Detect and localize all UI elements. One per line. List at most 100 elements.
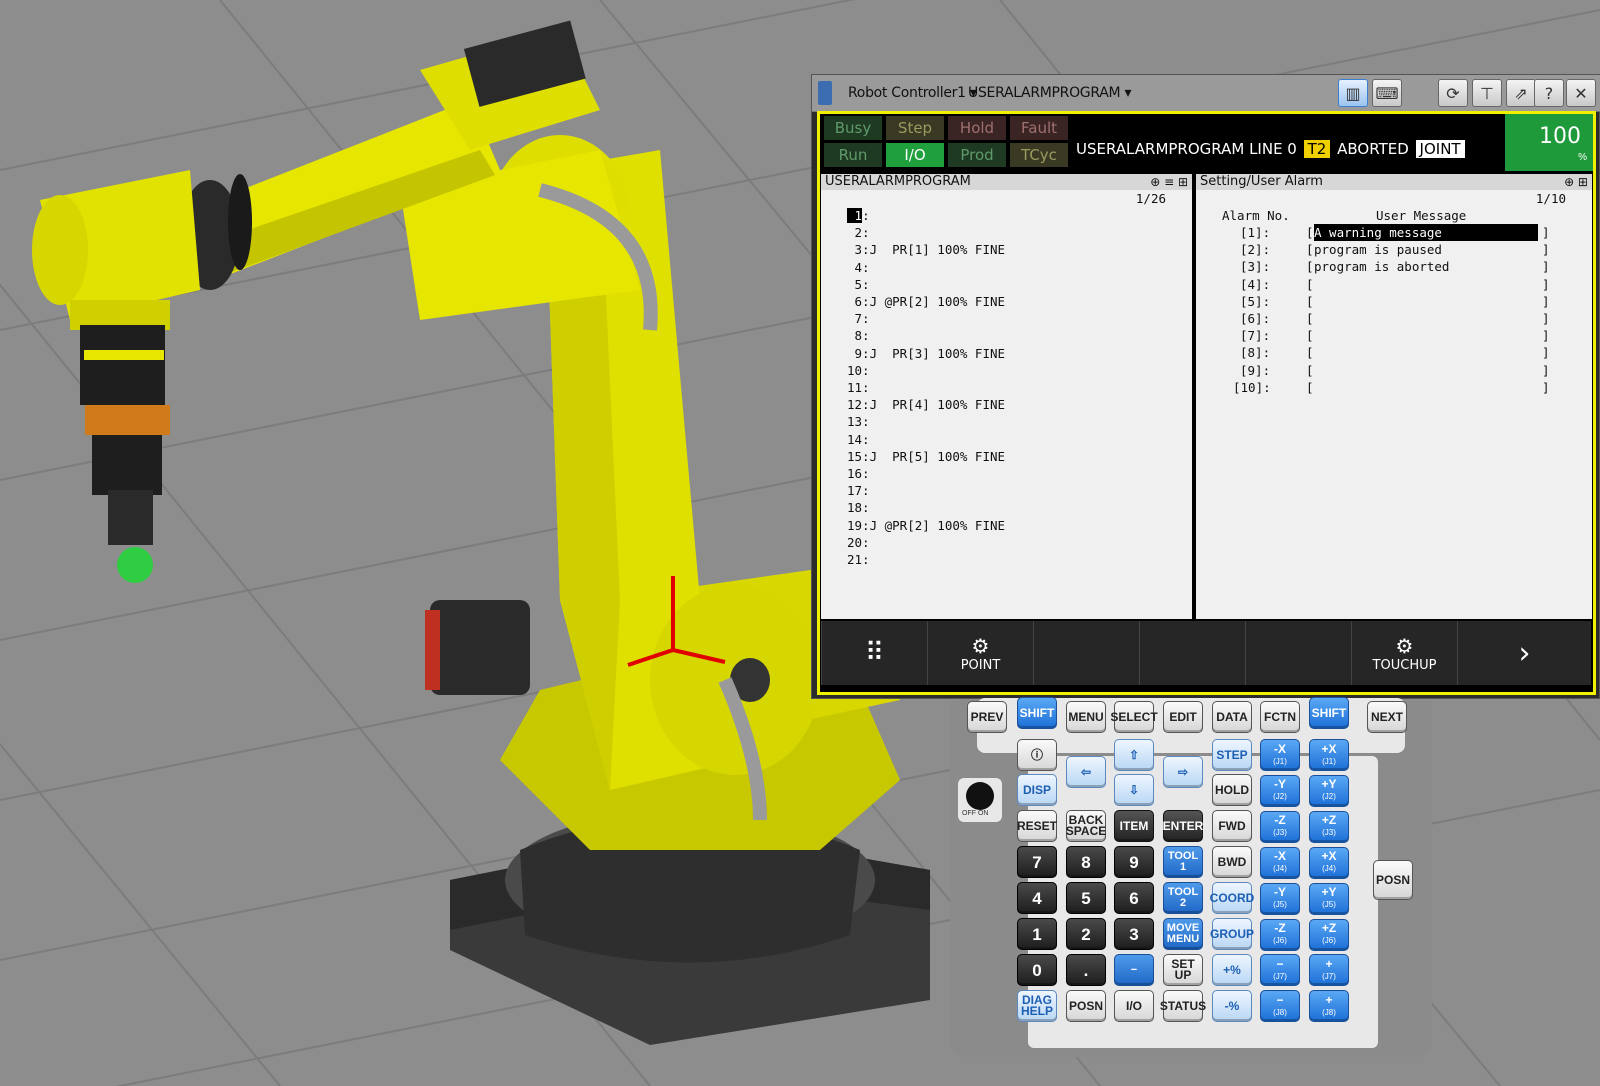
alarm-message-field[interactable] bbox=[1314, 344, 1538, 361]
close-button[interactable]: ✕ bbox=[1566, 79, 1596, 107]
item-key[interactable]: ITEM bbox=[1114, 810, 1154, 842]
program-line[interactable]: 19:J @PR[2] 100% FINE bbox=[847, 517, 1005, 534]
right-arrow-key[interactable]: ⇨ bbox=[1163, 756, 1203, 788]
jog-key[interactable]: − (J8) bbox=[1260, 990, 1300, 1023]
next-page-fkey[interactable]: › bbox=[1457, 621, 1591, 685]
alarm-message-field[interactable]: program is aborted bbox=[1314, 258, 1538, 275]
menu-key[interactable]: MENU bbox=[1066, 701, 1106, 733]
key-4[interactable]: 4 bbox=[1017, 882, 1057, 914]
alarm-message-field[interactable] bbox=[1314, 362, 1538, 379]
program-line[interactable]: 18: bbox=[847, 499, 870, 516]
alarm-message-field[interactable] bbox=[1314, 276, 1538, 293]
key-1[interactable]: 1 bbox=[1017, 918, 1057, 950]
key-3[interactable]: 3 bbox=[1114, 918, 1154, 950]
program-line[interactable]: 11: bbox=[847, 379, 870, 396]
menu-grid-fkey[interactable]: ⠿ bbox=[821, 621, 927, 685]
keyboard-button[interactable]: ⌨ bbox=[1372, 79, 1402, 107]
jog-key[interactable]: -X (J1) bbox=[1260, 739, 1300, 771]
alarm-message-field[interactable]: A warning message bbox=[1314, 224, 1538, 241]
controller-dropdown[interactable]: Robot Controller1 ▾ bbox=[848, 85, 977, 101]
prev-key[interactable]: PREV bbox=[967, 701, 1007, 733]
fwd-key[interactable]: FWD bbox=[1212, 810, 1252, 842]
reset-key[interactable]: RESET bbox=[1017, 810, 1057, 842]
enter-key[interactable]: ENTER bbox=[1163, 810, 1203, 842]
data-key[interactable]: DATA bbox=[1212, 701, 1252, 733]
pane-controls-icon[interactable]: ⊕ ≡ ⊞ bbox=[1150, 174, 1188, 190]
program-line[interactable]: 5: bbox=[847, 276, 870, 293]
jog-key[interactable]: +Y (J5) bbox=[1309, 882, 1349, 915]
program-line[interactable]: 1: bbox=[847, 207, 870, 224]
jog-key[interactable]: -X (J4) bbox=[1260, 846, 1300, 879]
back-space-key[interactable]: BACK SPACE bbox=[1066, 810, 1106, 842]
io-key[interactable]: I/O bbox=[1114, 990, 1154, 1022]
posn-key[interactable]: POSN bbox=[1066, 990, 1106, 1022]
program-line[interactable]: 17: bbox=[847, 482, 870, 499]
key-5[interactable]: 5 bbox=[1066, 882, 1106, 914]
tool1-key[interactable]: TOOL 1 bbox=[1163, 846, 1203, 878]
edit-key[interactable]: EDIT bbox=[1163, 701, 1203, 733]
jog-key[interactable]: +Z (J6) bbox=[1309, 918, 1349, 951]
jog-key[interactable]: + (J8) bbox=[1309, 990, 1349, 1023]
shift-key-left[interactable]: SHIFT bbox=[1017, 697, 1057, 729]
program-line[interactable]: 10: bbox=[847, 362, 870, 379]
help-button[interactable]: ? bbox=[1534, 79, 1564, 107]
jog-key[interactable]: − (J7) bbox=[1260, 954, 1300, 987]
jog-key[interactable]: -Y (J5) bbox=[1260, 882, 1300, 915]
info-key[interactable]: ⓘ bbox=[1017, 739, 1057, 771]
left-arrow-key[interactable]: ⇦ bbox=[1066, 756, 1106, 788]
alarm-message-field[interactable]: program is paused bbox=[1314, 241, 1538, 258]
down-arrow-key[interactable]: ⇩ bbox=[1114, 774, 1154, 806]
program-line[interactable]: 20: bbox=[847, 534, 870, 551]
key-2[interactable]: 2 bbox=[1066, 918, 1106, 950]
jog-key[interactable]: -Z (J3) bbox=[1260, 810, 1300, 843]
step-key[interactable]: STEP bbox=[1212, 739, 1252, 771]
status-key[interactable]: STATUS bbox=[1160, 990, 1206, 1022]
setup-key[interactable]: SET UP bbox=[1163, 954, 1203, 986]
jog-key[interactable]: +Y (J2) bbox=[1309, 774, 1349, 807]
point-fkey[interactable]: ⚙ POINT bbox=[927, 621, 1033, 685]
alarm-message-field[interactable] bbox=[1314, 293, 1538, 310]
alarm-message-field[interactable] bbox=[1314, 310, 1538, 327]
up-arrow-key[interactable]: ⇧ bbox=[1114, 739, 1154, 771]
key-dot[interactable]: . bbox=[1066, 954, 1106, 986]
program-line[interactable]: 13: bbox=[847, 413, 870, 430]
override-plus-key[interactable]: +% bbox=[1212, 954, 1252, 986]
coord-key[interactable]: COORD bbox=[1210, 882, 1254, 914]
key-7[interactable]: 7 bbox=[1017, 846, 1057, 878]
program-line[interactable]: 9:J PR[3] 100% FINE bbox=[847, 345, 1006, 362]
key-minus[interactable]: − bbox=[1114, 954, 1154, 986]
jog-key[interactable]: +X (J4) bbox=[1309, 846, 1349, 879]
override-minus-key[interactable]: -% bbox=[1212, 990, 1252, 1022]
pane-controls-icon[interactable]: ⊕ ⊞ bbox=[1564, 174, 1588, 190]
program-line[interactable]: 12:J PR[4] 100% FINE bbox=[847, 396, 1005, 413]
fkey-4[interactable] bbox=[1139, 621, 1245, 685]
hold-key[interactable]: HOLD bbox=[1212, 774, 1252, 806]
program-line[interactable]: 2: bbox=[847, 224, 870, 241]
program-line[interactable]: 7: bbox=[847, 310, 870, 327]
program-dropdown[interactable]: USERALARMPROGRAM ▾ bbox=[968, 85, 1131, 101]
jog-key[interactable]: +Z (J3) bbox=[1309, 810, 1349, 843]
move-menu-key[interactable]: MOVE MENU bbox=[1163, 918, 1203, 950]
alarm-message-field[interactable] bbox=[1314, 327, 1538, 344]
jog-key[interactable]: + (J7) bbox=[1309, 954, 1349, 987]
refresh-button[interactable]: ⟳ bbox=[1438, 79, 1468, 107]
tool2-key[interactable]: TOOL 2 bbox=[1163, 882, 1203, 914]
key-0[interactable]: 0 bbox=[1017, 954, 1057, 986]
jog-key[interactable]: -Y (J2) bbox=[1260, 774, 1300, 807]
key-6[interactable]: 6 bbox=[1114, 882, 1154, 914]
program-pane[interactable]: USERALARMPROGRAM ⊕ ≡ ⊞ 1/26 1: 2: 3:J PR… bbox=[821, 174, 1192, 619]
robot-view-button[interactable]: ⊤ bbox=[1472, 79, 1502, 107]
undock-button[interactable]: ⇗ bbox=[1506, 79, 1536, 107]
program-line[interactable]: 15:J PR[5] 100% FINE bbox=[847, 448, 1005, 465]
fkey-5[interactable] bbox=[1245, 621, 1351, 685]
program-line[interactable]: 14: bbox=[847, 431, 870, 448]
program-line[interactable]: 3:J PR[1] 100% FINE bbox=[847, 241, 1006, 258]
disp-key[interactable]: DISP bbox=[1017, 774, 1057, 806]
fkey-3[interactable] bbox=[1033, 621, 1139, 685]
override-display[interactable]: 100 % bbox=[1505, 114, 1593, 171]
shift-key-right[interactable]: SHIFT bbox=[1309, 697, 1349, 729]
bwd-key[interactable]: BWD bbox=[1212, 846, 1252, 878]
fctn-key[interactable]: FCTN bbox=[1260, 701, 1300, 733]
program-line[interactable]: 6:J @PR[2] 100% FINE bbox=[847, 293, 1006, 310]
alarm-message-field[interactable] bbox=[1314, 379, 1538, 396]
